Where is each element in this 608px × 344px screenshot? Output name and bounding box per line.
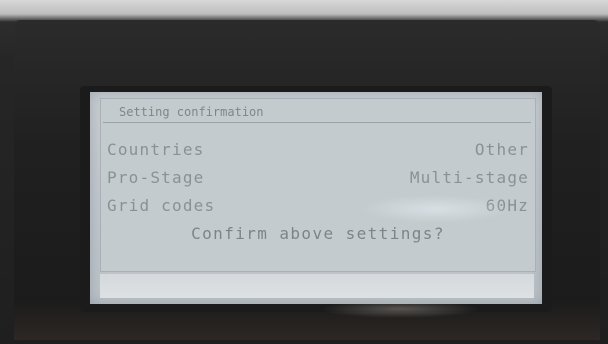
setting-row-grid-codes: Grid codes 60Hz	[107, 195, 529, 217]
settings-panel: Setting confirmation Countries Other Pro…	[100, 98, 536, 272]
screen-title: Setting confirmation	[103, 101, 531, 123]
device-photo: Setting confirmation Countries Other Pro…	[0, 0, 608, 344]
bezel-reflection	[320, 300, 480, 318]
lcd-backlight-strip	[100, 274, 534, 298]
setting-row-pro-stage: Pro-Stage Multi-stage	[107, 167, 529, 189]
confirm-prompt: Confirm above settings?	[191, 224, 445, 243]
setting-label: Countries	[107, 140, 205, 159]
setting-value: Multi-stage	[409, 168, 529, 187]
setting-label: Grid codes	[107, 196, 216, 215]
setting-value: Other	[474, 140, 529, 159]
lcd-display: Setting confirmation Countries Other Pro…	[90, 92, 542, 304]
setting-row-countries: Countries Other	[107, 139, 529, 161]
setting-value: 60Hz	[485, 196, 529, 215]
setting-label: Pro-Stage	[107, 168, 205, 187]
